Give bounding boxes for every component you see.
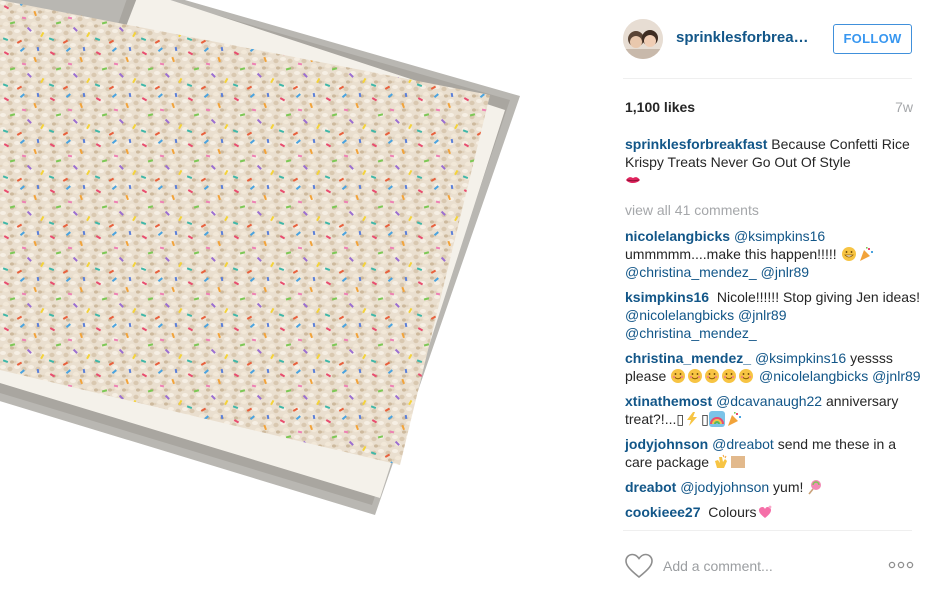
comment-container: nicolelangbicks @ksimpkins16 ummmmm....m…: [625, 227, 921, 521]
smile-emoji-icon: [704, 368, 721, 384]
comment-text: ▯: [701, 411, 709, 427]
avatar[interactable]: [623, 19, 663, 59]
divider: [623, 78, 912, 79]
caption-username[interactable]: sprinklesforbreakfast: [625, 136, 767, 152]
mention-link[interactable]: @jnlr89: [872, 368, 920, 384]
comments-list: sprinklesforbreakfast Because Confetti R…: [625, 135, 921, 528]
divider: [623, 530, 912, 531]
clap-emoji-icon: [713, 454, 730, 470]
mention-link[interactable]: @ksimpkins16: [755, 350, 846, 366]
mention-link[interactable]: @nicolelangbicks: [759, 368, 868, 384]
comment-text: Nicole!!!!!! Stop giving Jen ideas!: [712, 289, 924, 305]
comment-text: [787, 307, 791, 323]
avatar-photo-icon: [623, 19, 663, 59]
more-options-icon[interactable]: [887, 556, 915, 574]
smile-emoji-icon: [670, 368, 687, 384]
comment-text: yum!: [769, 479, 808, 495]
comment-username[interactable]: xtinathemost: [625, 393, 712, 409]
comment-username[interactable]: cookieee27: [625, 504, 701, 520]
zap-emoji-icon: [684, 411, 701, 427]
follow-button[interactable]: FOLLOW: [833, 24, 912, 54]
post-photo[interactable]: [0, 0, 601, 600]
mention-link[interactable]: @jnlr89: [761, 264, 809, 280]
mention-link[interactable]: @christina_mendez_: [625, 264, 757, 280]
comment-username[interactable]: jodyjohnson: [625, 436, 708, 452]
comment-username[interactable]: dreabot: [625, 479, 676, 495]
comment-item: ksimpkins16 Nicole!!!!!! Stop giving Jen…: [625, 288, 921, 342]
mention-link[interactable]: @nicolelangbicks: [625, 307, 734, 323]
mention-link[interactable]: @dcavanaugh22: [716, 393, 822, 409]
likes-count[interactable]: 1,100 likes: [625, 99, 695, 115]
comment-item: xtinathemost @dcavanaugh22 anniversary t…: [625, 392, 921, 428]
comment-item: jodyjohnson @dreabot send me these in a …: [625, 435, 921, 471]
smile-emoji-icon: [721, 368, 738, 384]
grin-emoji-icon: [841, 246, 858, 262]
comment-item: cookieee27 Colours: [625, 503, 921, 521]
comment-item: christina_mendez_ @ksimpkins16 yessss pl…: [625, 349, 921, 385]
post-header: sprinklesforbreakf... FOLLOW: [601, 0, 939, 78]
mention-link[interactable]: @jnlr89: [738, 307, 786, 323]
mention-link[interactable]: @jodyjohnson: [680, 479, 769, 495]
comment-item: nicolelangbicks @ksimpkins16 ummmmm....m…: [625, 227, 921, 281]
mention-link[interactable]: @christina_mendez_: [625, 325, 757, 341]
comment-username[interactable]: ksimpkins16: [625, 289, 709, 305]
skin-emoji-icon: [730, 454, 747, 470]
smile-emoji-icon: [687, 368, 704, 384]
party-emoji-icon: [858, 246, 875, 262]
hearts-emoji-icon: [757, 504, 774, 520]
mention-link[interactable]: @ksimpkins16: [734, 228, 825, 244]
comment-username[interactable]: christina_mendez_: [625, 350, 751, 366]
party-emoji-icon: [726, 411, 743, 427]
view-all-comments-link[interactable]: view all 41 comments: [625, 201, 921, 219]
lips-emoji-icon: [625, 172, 642, 188]
mention-link[interactable]: @dreabot: [712, 436, 774, 452]
comment-item: dreabot @jodyjohnson yum!: [625, 478, 921, 496]
post-sidebar: sprinklesforbreakf... FOLLOW 1,100 likes…: [601, 0, 939, 600]
post-username[interactable]: sprinklesforbreakf...: [676, 29, 816, 46]
add-comment-bar: [601, 545, 939, 585]
smile-emoji-icon: [738, 368, 755, 384]
heart-outline-icon[interactable]: [625, 553, 653, 579]
rice-krispy-treats-photo: [0, 0, 520, 515]
post-age[interactable]: 7w: [873, 99, 913, 115]
comment-username[interactable]: nicolelangbicks: [625, 228, 730, 244]
comment-text: [875, 246, 879, 262]
comment-text: Colours: [704, 504, 757, 520]
lollipop-emoji-icon: [807, 479, 824, 495]
caption: sprinklesforbreakfast Because Confetti R…: [625, 135, 921, 189]
add-comment-input[interactable]: [663, 556, 843, 576]
rainbow-emoji-icon: [708, 411, 726, 427]
